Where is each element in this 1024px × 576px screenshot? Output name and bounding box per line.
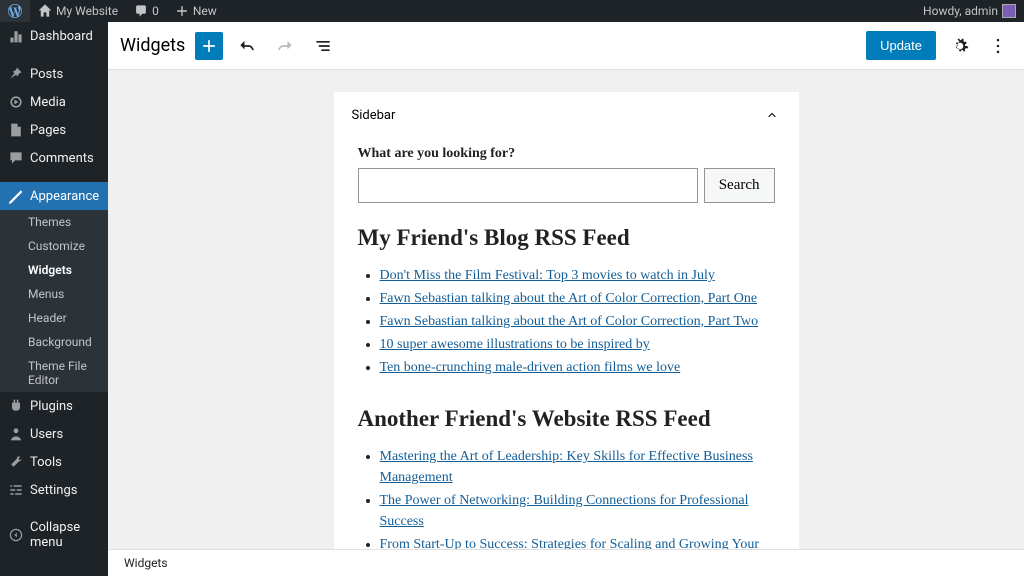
media-icon <box>8 94 24 110</box>
more-options-button[interactable] <box>984 32 1012 60</box>
submenu-themes[interactable]: Themes <box>0 210 108 234</box>
pin-icon <box>8 66 24 82</box>
submenu-background[interactable]: Background <box>0 330 108 354</box>
menu-label: Appearance <box>30 189 99 204</box>
editor-topbar: Widgets Update <box>108 22 1024 70</box>
tool-icon <box>8 454 24 470</box>
content-area: Widgets Update <box>108 22 1024 576</box>
new-content[interactable]: New <box>167 0 225 22</box>
submenu-theme-file-editor[interactable]: Theme File Editor <box>0 354 108 392</box>
comment-icon <box>8 150 24 166</box>
settings-button[interactable] <box>946 32 974 60</box>
menu-media[interactable]: Media <box>0 88 108 116</box>
menu-tools[interactable]: Tools <box>0 448 108 476</box>
plus-icon <box>199 36 219 56</box>
chevron-up-icon <box>763 106 781 124</box>
rss-link[interactable]: The Power of Networking: Building Connec… <box>380 493 749 529</box>
admin-bar: My Website 0 New Howdy, admin <box>0 0 1024 22</box>
comments-count[interactable]: 0 <box>126 0 167 22</box>
page-icon <box>8 122 24 138</box>
dashboard-icon <box>8 28 24 44</box>
comments-count-text: 0 <box>152 4 159 18</box>
menu-appearance[interactable]: Appearance <box>0 182 108 210</box>
menu-label: Dashboard <box>30 29 93 44</box>
submenu-menus[interactable]: Menus <box>0 282 108 306</box>
breadcrumb[interactable]: Widgets <box>108 549 1024 576</box>
list-item: Don't Miss the Film Festival: Top 3 movi… <box>380 265 775 286</box>
rss-feed-1-list: Don't Miss the Film Festival: Top 3 movi… <box>358 265 775 378</box>
site-name-text: My Website <box>56 4 118 18</box>
add-block-button[interactable] <box>195 32 223 60</box>
undo-button[interactable] <box>233 32 261 60</box>
menu-label: Comments <box>30 151 94 166</box>
menu-label: Users <box>30 427 63 442</box>
appearance-submenu: Themes Customize Widgets Menus Header Ba… <box>0 210 108 392</box>
update-button[interactable]: Update <box>866 31 936 60</box>
redo-button[interactable] <box>271 32 299 60</box>
collapse-menu[interactable]: Collapse menu <box>0 514 108 556</box>
avatar <box>1002 4 1016 18</box>
menu-plugins[interactable]: Plugins <box>0 392 108 420</box>
menu-label: Pages <box>30 123 66 138</box>
menu-comments[interactable]: Comments <box>0 144 108 172</box>
undo-icon <box>237 36 257 56</box>
submenu-header[interactable]: Header <box>0 306 108 330</box>
page-title: Widgets <box>120 35 185 56</box>
search-widget-label: What are you looking for? <box>358 146 775 162</box>
rss-link[interactable]: 10 super awesome illustrations to be ins… <box>380 337 650 352</box>
list-item: 10 super awesome illustrations to be ins… <box>380 334 775 355</box>
new-content-text: New <box>193 4 217 18</box>
menu-pages[interactable]: Pages <box>0 116 108 144</box>
editor-canvas[interactable]: Sidebar What are you looking for? Search… <box>108 70 1024 576</box>
menu-users[interactable]: Users <box>0 420 108 448</box>
gear-icon <box>950 36 970 56</box>
wordpress-icon <box>8 4 22 18</box>
list-item: Fawn Sebastian talking about the Art of … <box>380 311 775 332</box>
rss-feed-1-title: My Friend's Blog RSS Feed <box>358 225 775 251</box>
list-item: Mastering the Art of Leadership: Key Ski… <box>380 446 775 488</box>
menu-label: Tools <box>30 455 62 470</box>
comment-icon <box>134 4 148 18</box>
menu-dashboard[interactable]: Dashboard <box>0 22 108 50</box>
rss-link[interactable]: Ten bone-crunching male-driven action fi… <box>380 360 681 375</box>
appearance-icon <box>8 188 24 204</box>
list-item: Ten bone-crunching male-driven action fi… <box>380 357 775 378</box>
rss-link[interactable]: Fawn Sebastian talking about the Art of … <box>380 314 759 329</box>
kebab-icon <box>988 36 1008 56</box>
rss-link[interactable]: Fawn Sebastian talking about the Art of … <box>380 291 758 306</box>
plugin-icon <box>8 398 24 414</box>
menu-label: Plugins <box>30 399 73 414</box>
user-icon <box>8 426 24 442</box>
submenu-customize[interactable]: Customize <box>0 234 108 258</box>
sidebar-widget-area: Sidebar What are you looking for? Search… <box>334 92 799 576</box>
menu-label: Media <box>30 95 66 110</box>
collapse-icon <box>8 527 24 543</box>
rss-link[interactable]: Mastering the Art of Leadership: Key Ski… <box>380 449 753 485</box>
menu-label: Posts <box>30 67 63 82</box>
list-item: Fawn Sebastian talking about the Art of … <box>380 288 775 309</box>
search-button[interactable]: Search <box>704 168 775 203</box>
rss-link[interactable]: Don't Miss the Film Festival: Top 3 movi… <box>380 268 715 283</box>
howdy-text: Howdy, admin <box>923 4 998 18</box>
plus-icon <box>175 4 189 18</box>
wp-logo[interactable] <box>0 0 30 22</box>
settings-icon <box>8 482 24 498</box>
menu-settings[interactable]: Settings <box>0 476 108 504</box>
admin-sidebar: Dashboard Posts Media Pages Comments <box>0 22 108 576</box>
rss-feed-2-title: Another Friend's Website RSS Feed <box>358 406 775 432</box>
widget-area-title: Sidebar <box>352 108 396 123</box>
menu-label: Settings <box>30 483 77 498</box>
howdy-user[interactable]: Howdy, admin <box>915 0 1024 22</box>
collapse-label: Collapse menu <box>30 520 100 550</box>
widget-area-toggle[interactable]: Sidebar <box>334 92 799 138</box>
list-icon <box>313 36 333 56</box>
search-input[interactable] <box>358 168 698 203</box>
home-icon <box>38 4 52 18</box>
list-item: The Power of Networking: Building Connec… <box>380 490 775 532</box>
list-view-button[interactable] <box>309 32 337 60</box>
redo-icon <box>275 36 295 56</box>
site-name-link[interactable]: My Website <box>30 0 126 22</box>
menu-posts[interactable]: Posts <box>0 60 108 88</box>
submenu-widgets[interactable]: Widgets <box>0 258 108 282</box>
